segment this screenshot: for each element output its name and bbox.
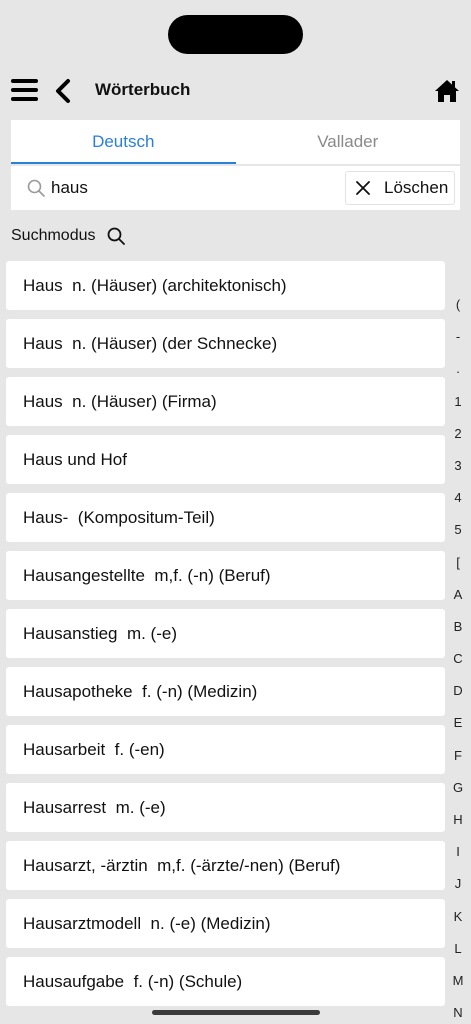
index-letter[interactable]: A — [448, 579, 468, 611]
list-item[interactable]: Hausarzt, -ärztin m,f. (-ärzte/-nen) (Be… — [6, 841, 445, 890]
back-icon[interactable] — [52, 78, 74, 104]
tab-vallader[interactable]: Vallader — [236, 120, 461, 164]
list-item[interactable]: Hausarztmodell n. (-e) (Medizin) — [6, 899, 445, 948]
index-letter[interactable]: F — [448, 740, 468, 772]
dynamic-island — [168, 15, 303, 54]
list-item[interactable]: Hausarrest m. (-e) — [6, 783, 445, 832]
search-mode[interactable]: Suchmodus — [11, 224, 125, 248]
list-item[interactable]: Haus- (Kompositum-Teil) — [6, 493, 445, 542]
index-letter[interactable]: J — [448, 868, 468, 900]
list-item[interactable]: Hausaufgabe f. (-n) (Schule) — [6, 957, 445, 1006]
results-list: Haus n. (Häuser) (architektonisch) Haus … — [6, 261, 445, 1015]
menu-icon[interactable] — [11, 79, 38, 101]
search-input[interactable] — [51, 173, 341, 203]
index-letter[interactable]: 5 — [448, 514, 468, 546]
home-icon[interactable] — [434, 78, 460, 104]
search-bar: Löschen — [11, 166, 460, 210]
list-item[interactable]: Hausanstieg m. (-e) — [6, 609, 445, 658]
index-letter[interactable]: M — [448, 965, 468, 997]
list-item[interactable]: Hausangestellte m,f. (-n) (Beruf) — [6, 551, 445, 600]
index-letter[interactable]: K — [448, 901, 468, 933]
index-letter[interactable]: N — [448, 997, 468, 1024]
list-item[interactable]: Hausarbeit f. (-en) — [6, 725, 445, 774]
tab-deutsch[interactable]: Deutsch — [11, 120, 236, 164]
index-letter[interactable]: C — [448, 643, 468, 675]
index-letter[interactable]: . — [448, 353, 468, 385]
clear-button-label: Löschen — [384, 178, 449, 197]
index-letter[interactable]: 2 — [448, 418, 468, 450]
top-bar: Wörterbuch — [0, 70, 471, 112]
close-icon — [356, 181, 370, 195]
index-letter[interactable]: I — [448, 836, 468, 868]
clear-button[interactable]: Löschen — [345, 171, 455, 205]
search-icon — [27, 179, 45, 197]
home-indicator[interactable] — [152, 1010, 320, 1015]
index-letter[interactable]: E — [448, 707, 468, 739]
list-item[interactable]: Haus n. (Häuser) (architektonisch) — [6, 261, 445, 310]
index-letter[interactable]: G — [448, 772, 468, 804]
search-icon[interactable] — [107, 227, 125, 245]
index-letter[interactable]: B — [448, 611, 468, 643]
index-letter[interactable]: [ — [448, 547, 468, 579]
index-letter[interactable]: H — [448, 804, 468, 836]
index-letter[interactable]: 3 — [448, 450, 468, 482]
list-item[interactable]: Hausapotheke f. (-n) (Medizin) — [6, 667, 445, 716]
list-item[interactable]: Haus n. (Häuser) (Firma) — [6, 377, 445, 426]
index-letter[interactable]: - — [448, 321, 468, 353]
list-item[interactable]: Haus und Hof — [6, 435, 445, 484]
index-letter[interactable]: 1 — [448, 386, 468, 418]
index-letter[interactable]: 4 — [448, 482, 468, 514]
language-tabs: Deutsch Vallader — [11, 120, 460, 164]
page-title: Wörterbuch — [95, 80, 191, 99]
index-letter[interactable]: ( — [448, 289, 468, 321]
search-mode-label: Suchmodus — [11, 227, 96, 244]
index-letter[interactable]: D — [448, 675, 468, 707]
list-item[interactable]: Haus n. (Häuser) (der Schnecke) — [6, 319, 445, 368]
index-letter[interactable]: L — [448, 933, 468, 965]
alphabet-index: ( - . 1 2 3 4 5 [ A B C D E F G H I J K … — [448, 289, 468, 1024]
